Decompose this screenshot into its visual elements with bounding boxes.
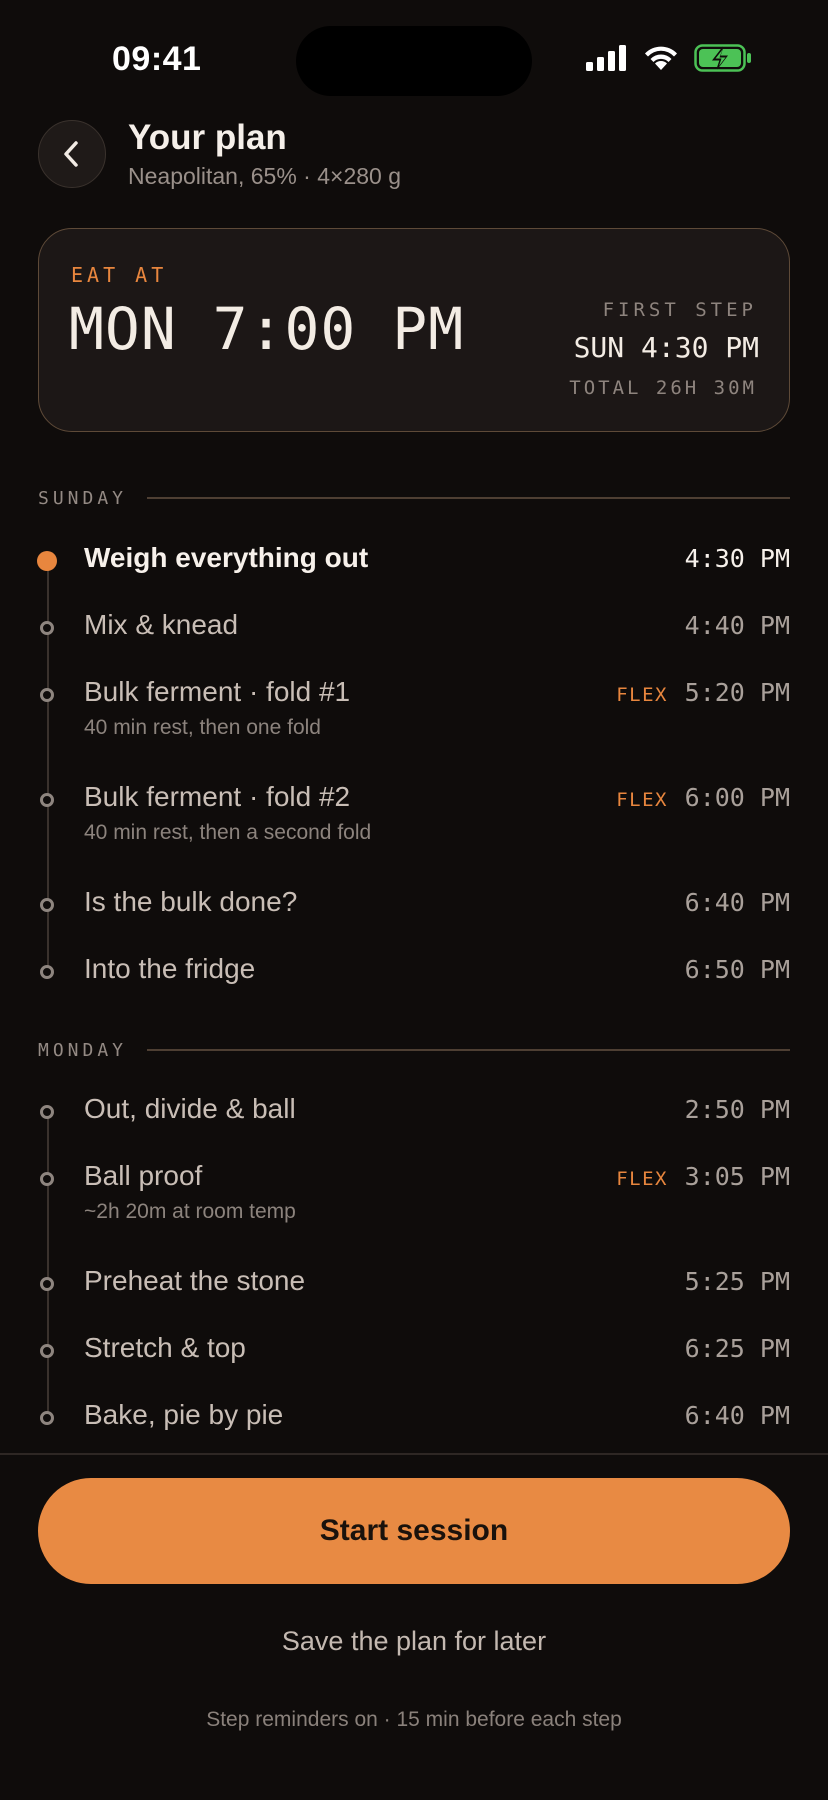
step-dot — [40, 621, 54, 635]
wifi-icon — [645, 46, 677, 70]
step-time: 2:50 PM — [684, 1095, 790, 1124]
step-dot — [40, 1344, 54, 1358]
step-title: Weigh everything out — [84, 542, 369, 573]
day-divider — [147, 1049, 790, 1051]
step-title: Into the fridge — [84, 953, 256, 984]
step-dot — [40, 1172, 54, 1186]
step-dot — [40, 793, 54, 807]
step-note: ~2h 20m at room temp — [84, 1200, 296, 1223]
day-divider — [147, 497, 790, 499]
day-header-sunday: SUNDAY — [38, 486, 790, 510]
step-note: 40 min rest, then one fold — [84, 716, 321, 739]
step-time: 6:25 PM — [684, 1334, 790, 1363]
back-button[interactable] — [38, 120, 106, 188]
step-time: 3:05 PM — [684, 1162, 790, 1191]
bottom-divider — [0, 1453, 828, 1455]
step-dot — [40, 1411, 54, 1425]
step-dot — [40, 965, 54, 979]
flex-badge: FLEX — [616, 789, 668, 811]
step-time: 5:20 PM — [684, 678, 790, 707]
eat-at-label: EAT AT — [71, 263, 168, 287]
step-title: Ball proof — [84, 1160, 203, 1191]
step-title: Mix & knead — [84, 609, 239, 640]
reminder-note: Step reminders on · 15 min before each s… — [206, 1708, 622, 1731]
day-label: SUNDAY — [38, 487, 128, 509]
step-dot — [40, 898, 54, 912]
step-time: 6:00 PM — [684, 783, 790, 812]
flex-badge: FLEX — [616, 684, 668, 706]
step-time: 6:50 PM — [684, 955, 790, 984]
step-time: 5:25 PM — [684, 1267, 790, 1296]
status-bar: 09:41 — [0, 0, 828, 110]
flex-badge: FLEX — [616, 1168, 668, 1190]
first-step-label: FIRST STEP — [602, 299, 757, 321]
first-step-time: SUN 4:30 PM — [573, 331, 759, 364]
step-dot — [40, 1277, 54, 1291]
status-icons — [586, 44, 752, 72]
status-time: 09:41 — [112, 40, 202, 78]
timeline-line — [47, 1116, 49, 1416]
step-title: Bake, pie by pie — [84, 1399, 284, 1430]
day-label: MONDAY — [38, 1039, 128, 1061]
day-header-monday: MONDAY — [38, 1038, 790, 1062]
step-time: 4:30 PM — [684, 544, 790, 573]
eat-at-time: MON 7:00 PM — [69, 295, 465, 363]
current-step-dot — [37, 551, 57, 571]
dynamic-island — [296, 26, 532, 96]
total-duration: TOTAL 26H 30M — [569, 377, 757, 399]
step-dot — [40, 688, 54, 702]
step-time: 4:40 PM — [684, 611, 790, 640]
step-time: 6:40 PM — [684, 888, 790, 917]
step-title: Preheat the stone — [84, 1265, 306, 1296]
step-title: Bulk ferment · fold #2 — [84, 781, 351, 812]
save-plan-link[interactable]: Save the plan for later — [0, 1626, 828, 1657]
step-note: 40 min rest, then a second fold — [84, 821, 372, 844]
step-title: Stretch & top — [84, 1332, 246, 1363]
eat-at-summary-card: EAT AT MON 7:00 PM FIRST STEP SUN 4:30 P… — [38, 228, 790, 432]
battery-charging-icon — [694, 44, 751, 72]
cellular-signal-icon — [586, 45, 626, 71]
page-subtitle: Neapolitan, 65% · 4×280 g — [128, 163, 402, 189]
step-title: Is the bulk done? — [84, 886, 298, 917]
step-dot — [40, 1105, 54, 1119]
start-session-button[interactable]: Start session — [38, 1478, 790, 1584]
step-title: Bulk ferment · fold #1 — [84, 676, 351, 707]
step-time: 6:40 PM — [684, 1401, 790, 1430]
chevron-left-icon — [64, 141, 78, 167]
step-title: Out, divide & ball — [84, 1093, 296, 1124]
page-title: Your plan — [128, 118, 287, 157]
